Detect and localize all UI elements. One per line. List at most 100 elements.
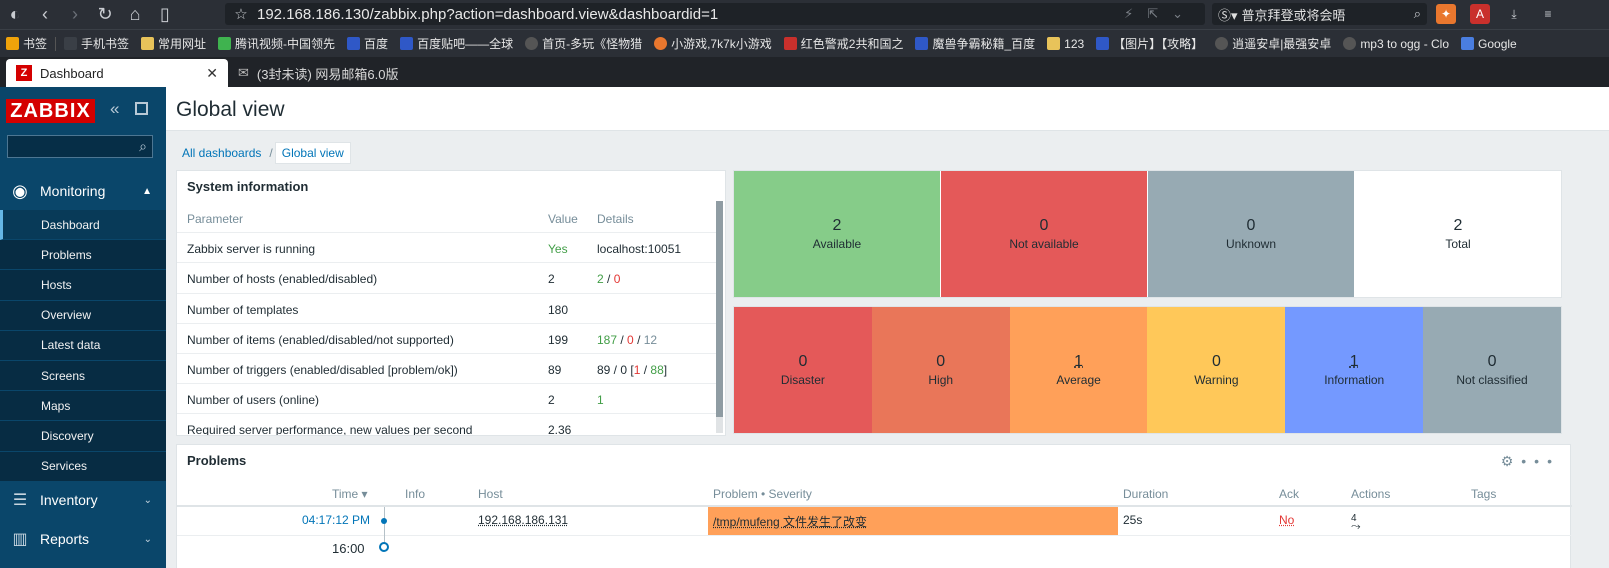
more-icon[interactable]: •••	[1521, 453, 1560, 469]
search-icon[interactable]: ⌕	[139, 138, 147, 155]
problem-actions[interactable]: ⤳ 4	[1351, 513, 1361, 533]
download-icon[interactable]: ⤓	[1504, 4, 1524, 24]
sidebar-item-inventory[interactable]: ☰ Inventory ⌄	[0, 483, 166, 517]
sidebar-item-problems[interactable]: Problems	[0, 240, 166, 271]
param-cell: Number of users (online)	[187, 393, 320, 408]
sidebar-item-reports[interactable]: ▥ Reports ⌄	[0, 522, 166, 556]
host-availability-widget: 2 Available 0 Not available 0 Unknown 2 …	[733, 170, 1562, 298]
bookmark-item[interactable]: 首页-多玩《怪物猎	[519, 35, 648, 52]
tab-dashboard[interactable]: Z Dashboard ✕	[6, 59, 228, 87]
sidebar-item-discovery[interactable]: Discovery	[0, 421, 166, 452]
severity-warning[interactable]: 0 Warning	[1147, 307, 1286, 433]
sidebar-item-screens[interactable]: Screens	[0, 360, 166, 392]
bookmark-item[interactable]: 逍遥安卓|最强安卓	[1209, 35, 1337, 52]
sidebar-item-label: Inventory	[40, 492, 98, 508]
param-cell: Number of items (enabled/disabled/not su…	[187, 332, 454, 347]
baidu-icon	[915, 37, 929, 50]
bookmark-item[interactable]: 123	[1041, 37, 1090, 51]
balloon-icon	[654, 37, 668, 50]
label: Not classified	[1456, 373, 1528, 387]
bookmark-item[interactable]: Google	[1455, 37, 1523, 51]
browser-search-text[interactable]: 普京拜登或将会晤	[1242, 5, 1346, 24]
host-status-unknown[interactable]: 0 Unknown	[1148, 171, 1355, 297]
tab-mail[interactable]: ✉ (3封未读) 网易邮箱6.0版	[238, 59, 398, 87]
sidebar-item-maps[interactable]: Maps	[0, 391, 166, 422]
list-icon: ☰	[12, 492, 28, 509]
bookmark-item[interactable]: 百度贴吧——全球	[394, 35, 519, 52]
sidebar-item-label: Monitoring	[40, 183, 106, 199]
address-bar[interactable]: ☆ 192.168.186.130/zabbix.php?action=dash…	[225, 3, 1205, 25]
folder-icon	[141, 37, 155, 50]
bookmark-item[interactable]: 魔兽争霸秘籍_百度	[909, 35, 1041, 52]
param-cell: Zabbix server is running	[187, 242, 316, 257]
reading-mode-icon[interactable]: ▯	[150, 0, 180, 29]
video-icon	[218, 37, 232, 50]
collapse-sidebar-icon[interactable]: «	[110, 99, 119, 119]
problem-time[interactable]: 04:17:12 PM	[302, 513, 370, 527]
severity-not-classified[interactable]: 0 Not classified	[1423, 307, 1561, 433]
address-url[interactable]: 192.168.186.130/zabbix.php?action=dashbo…	[257, 6, 718, 23]
value-cell: 199	[548, 332, 569, 347]
value-cell: 2.36	[548, 423, 572, 436]
problem-ack[interactable]: No	[1279, 513, 1294, 527]
bookmark-item[interactable]: 手机书签	[58, 35, 135, 52]
bookmark-item[interactable]: 腾讯视频-中国领先	[212, 35, 341, 52]
problem-host[interactable]: 192.168.186.131	[478, 513, 568, 527]
menu-icon[interactable]: ≡	[1538, 4, 1558, 24]
count[interactable]: 1	[1074, 353, 1083, 371]
kiosk-mode-icon[interactable]	[135, 102, 148, 115]
monitoring-submenu: Dashboard Problems Hosts Overview Latest…	[0, 210, 166, 482]
zabbix-favicon-icon: Z	[16, 65, 32, 81]
bookmark-item[interactable]: 书签	[0, 35, 53, 52]
host-status-not-available[interactable]: 0 Not available	[941, 171, 1148, 297]
bookmark-item[interactable]: 小游戏,7k7k小游戏	[648, 35, 778, 52]
host-status-total[interactable]: 2 Total	[1355, 171, 1561, 297]
host-status-available[interactable]: 2 Available	[734, 171, 941, 297]
pdf-icon[interactable]: A	[1470, 4, 1490, 24]
bookmark-item[interactable]: 百度	[341, 35, 394, 52]
back-icon[interactable]: ‹	[30, 0, 60, 29]
problem-name[interactable]: /tmp/mufeng 文件发生了改变	[713, 513, 867, 530]
star-icon	[6, 37, 19, 50]
close-icon[interactable]: ✕	[206, 65, 218, 82]
address-tools-icon[interactable]: ⚡⇱⌄	[1124, 6, 1197, 22]
page-header: Global view	[166, 87, 1609, 131]
severity-disaster[interactable]: 0 Disaster	[734, 307, 872, 433]
zabbix-logo[interactable]: ZABBIX	[6, 99, 95, 123]
severity-information[interactable]: 1 Information	[1285, 307, 1424, 433]
sidebar-item-services[interactable]: Services	[0, 451, 166, 482]
browser-toolbar: ◐ ‹ › ↻ ⌂ ▯ ☆ 192.168.186.130/zabbix.php…	[0, 0, 1609, 29]
bookmark-item[interactable]: 红色警戒2共和国之	[778, 35, 910, 52]
table-row: Zabbix server is running Yes localhost:1…	[177, 233, 717, 264]
search-icon[interactable]: ⌕	[1414, 6, 1421, 22]
reload-icon[interactable]: ↻	[90, 0, 120, 29]
timeline-line	[384, 507, 385, 547]
count: 0	[1246, 217, 1256, 234]
bookmark-item[interactable]: mp3 to ogg - Clo	[1337, 37, 1455, 51]
column-header-time[interactable]: Time ▾	[332, 487, 368, 501]
severity-average[interactable]: 1 Average	[1009, 307, 1148, 433]
sidebar-item-overview[interactable]: Overview	[0, 300, 166, 331]
sidebar-search-input[interactable]: ⌕	[7, 135, 153, 158]
mail-favicon-icon: ✉	[238, 65, 249, 80]
home-icon[interactable]: ⌂	[120, 0, 150, 29]
scrollbar[interactable]	[716, 201, 723, 433]
sidebar-item-monitoring[interactable]: ◉ Monitoring ▲	[0, 175, 166, 207]
bookmark-star-icon[interactable]: ☆	[225, 5, 257, 23]
breadcrumb-all-dashboards[interactable]: All dashboards	[176, 143, 267, 163]
sidebar-item-latest-data[interactable]: Latest data	[0, 330, 166, 361]
count[interactable]: 1	[1350, 353, 1359, 371]
gear-icon[interactable]: ⚙	[1501, 453, 1522, 469]
breadcrumb-current[interactable]: Global view	[274, 142, 351, 164]
value-cell: 2	[548, 272, 555, 287]
sidebar-item-hosts[interactable]: Hosts	[0, 270, 166, 301]
bookmark-item[interactable]: 【图片】【攻略】	[1090, 35, 1209, 52]
browser-search-box[interactable]: Ⓢ▾ 普京拜登或将会晤 ⌕	[1212, 3, 1427, 25]
bookmark-item[interactable]: 常用网址	[135, 35, 212, 52]
scrollbar-thumb[interactable]	[716, 201, 723, 417]
severity-high[interactable]: 0 High	[871, 307, 1010, 433]
details-cell: 2 / 0	[597, 272, 621, 287]
sidebar-item-dashboard[interactable]: Dashboard	[0, 210, 166, 241]
gamepad-icon[interactable]: ✦	[1436, 4, 1456, 24]
forward-icon[interactable]: ›	[60, 0, 90, 29]
